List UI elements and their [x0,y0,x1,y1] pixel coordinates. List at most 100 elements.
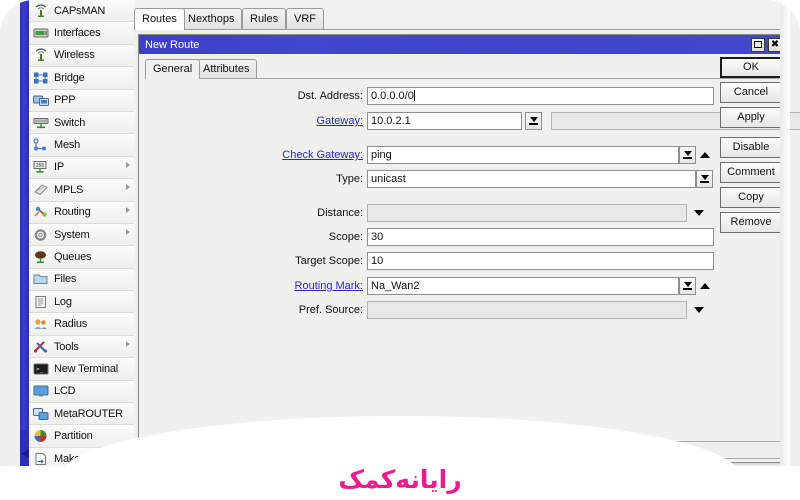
gateway-dropdown-icon[interactable] [525,112,542,130]
distance-label: Distance: [317,207,363,219]
lcd-icon [33,384,49,398]
sidebar-item-capsman[interactable]: CAPsMAN [29,0,134,23]
field-row-check-gateway: Check Gateway: ping [139,146,785,164]
sidebar-item-label: Routing [54,206,91,219]
tab-routes[interactable]: Routes [134,8,185,30]
type-input[interactable]: unicast [367,170,696,188]
dialog-inner-tabs: General Attributes [145,59,779,79]
sidebar-item-new-terminal[interactable]: >_ New Terminal [29,358,134,381]
supout-icon [33,452,49,466]
sidebar-item-label: Wireless [54,49,95,62]
pref-source-input[interactable] [367,301,687,319]
sidebar-item-log[interactable]: Log [29,291,134,314]
tab-rules[interactable]: Rules [242,8,287,29]
sidebar-item-ppp[interactable]: PPP [29,89,134,112]
check-gateway-input[interactable]: ping [367,146,679,164]
check-gateway-up-arrow-icon[interactable] [700,152,710,158]
submenu-arrow-icon [126,340,130,347]
sidebar-item-bridge[interactable]: Bridge [29,67,134,90]
dst-address-value: 0.0.0.0/0 [371,90,414,102]
tab-attributes[interactable]: Attributes [195,59,258,78]
sidebar-item-label: IP [54,161,64,174]
distance-input[interactable] [367,204,687,222]
field-row-type: Type: unicast [139,170,785,188]
sidebar-item-switch[interactable]: Switch [29,111,134,135]
comment-button[interactable]: Comment [720,162,782,183]
copy-button[interactable]: Copy [720,187,782,208]
field-row-target-scope: Target Scope: 10 [139,252,785,270]
sidebar-item-label: New Terminal [54,362,119,375]
cancel-button[interactable]: Cancel [720,82,782,103]
gateway-input[interactable]: 10.0.2.1 [367,112,522,130]
dialog-button-column: OK Cancel Apply Disable Comment Copy Rem… [720,57,782,237]
mesh-icon [33,138,49,152]
log-icon [33,295,49,309]
pref-source-dropdown-icon[interactable] [694,307,704,313]
sidebar-item-metarouter[interactable]: MetaROUTER [29,403,134,426]
sidebar-item-label: Files [54,273,77,286]
window-frame: ◀ CAPsMAN Interfaces Wireless Bridge PPP… [0,0,800,500]
sidebar-item-files[interactable]: Files [29,268,134,292]
sidebar-item-label: System [54,228,90,241]
sidebar-item-label: Radius [54,318,88,331]
dst-address-input[interactable]: 0.0.0.0/0 [367,87,714,105]
sidebar-item-system[interactable]: System [29,223,134,247]
window-body: ◀ CAPsMAN Interfaces Wireless Bridge PPP… [0,0,800,500]
sidebar-item-queues[interactable]: Queues [29,246,134,269]
sidebar: CAPsMAN Interfaces Wireless Bridge PPP S [29,0,135,466]
maximize-icon[interactable] [751,37,765,52]
routing-mark-label[interactable]: Routing Mark: [151,277,363,295]
routing-mark-dropdown-icon[interactable] [679,277,696,295]
terminal-icon: >_ [33,362,49,376]
scope-input[interactable]: 30 [367,228,714,246]
sidebar-item-mpls[interactable]: MPLS [29,179,134,202]
queues-icon [33,250,49,264]
ok-button[interactable]: OK [720,57,782,78]
svg-text:>_: >_ [36,366,44,373]
tab-vrf[interactable]: VRF [286,8,324,29]
main-content: Routes Nexthops Rules VRF New Route ✖ Ge… [134,0,800,470]
tabstrip: Routes Nexthops Rules VRF [134,8,790,30]
sidebar-item-mesh[interactable]: Mesh [29,134,134,157]
field-row-scope: Scope: 30 [139,228,785,246]
sidebar-item-label: Mesh [54,139,81,152]
disable-button[interactable]: Disable [720,137,782,158]
new-route-dialog: New Route ✖ General Attributes Dst. Addr… [138,34,800,463]
sidebar-item-label: Partition [54,430,93,443]
routing-mark-input[interactable]: Na_Wan2 [367,277,679,295]
pref-source-label: Pref. Source: [298,304,363,316]
type-dropdown-icon[interactable] [696,170,713,188]
check-gateway-label[interactable]: Check Gateway: [151,146,363,164]
sidebar-item-interfaces[interactable]: Interfaces [29,22,134,45]
tab-general[interactable]: General [145,59,201,79]
sidebar-item-wireless[interactable]: Wireless [29,44,134,68]
remove-button[interactable]: Remove [720,212,782,233]
sidebar-item-lcd[interactable]: LCD [29,380,134,404]
check-gateway-dropdown-icon[interactable] [679,146,696,164]
gateway-label[interactable]: Gateway: [151,112,363,130]
sidebar-item-radius[interactable]: Radius [29,313,134,336]
sidebar-item-ip[interactable]: 255 IP [29,156,134,180]
submenu-arrow-icon [126,184,130,191]
sidebar-item-label: CAPsMAN [54,4,106,17]
routing-mark-up-arrow-icon[interactable] [700,283,710,289]
sidebar-item-routing[interactable]: Routing [29,201,134,224]
submenu-arrow-icon [126,206,130,213]
distance-dropdown-icon[interactable] [694,210,704,216]
target-scope-input[interactable]: 10 [367,252,714,270]
dialog-titlebar[interactable]: New Route ✖ [139,35,785,54]
ppp-icon [33,93,49,107]
sidebar-item-tools[interactable]: Tools [29,335,134,359]
radius-icon [33,317,49,331]
window-right-edge [780,0,790,470]
sidebar-item-label: Tools [54,340,79,353]
apply-button[interactable]: Apply [720,107,782,128]
type-label: Type: [336,173,363,185]
routing-icon [33,205,49,219]
mpls-icon [33,183,49,197]
dialog-title: New Route [145,38,200,51]
tab-nexthops[interactable]: Nexthops [180,8,243,29]
field-row-pref-source: Pref. Source: [139,301,785,319]
partition-icon [33,429,49,443]
wireless-icon [33,48,49,62]
